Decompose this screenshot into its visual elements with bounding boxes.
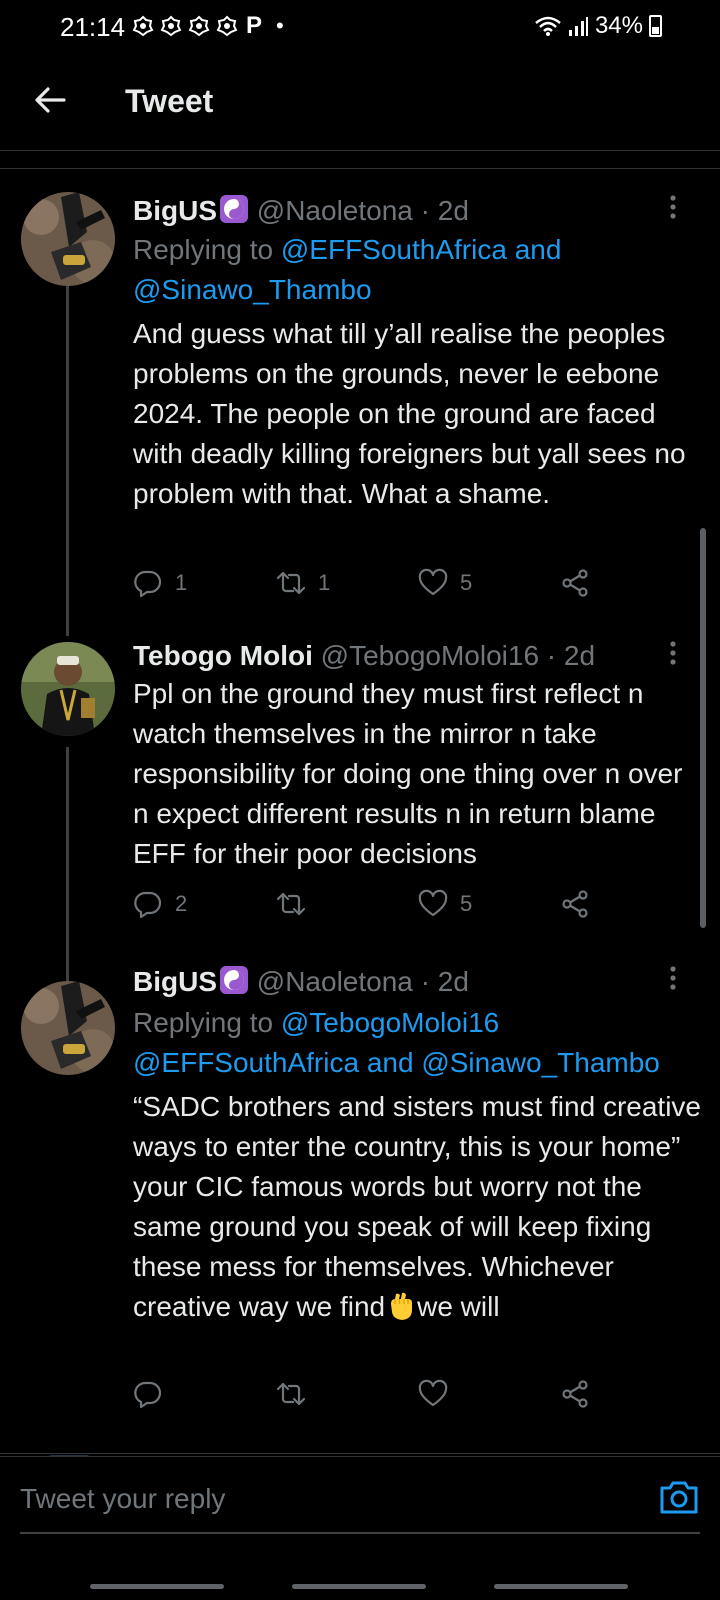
yin-yang-emoji-icon [220,966,248,994]
camera-icon[interactable] [658,1478,700,1516]
yin-yang-emoji-icon [220,195,248,223]
header-divider [0,150,720,151]
reply-button[interactable] [133,1379,175,1409]
notification-icon [216,15,238,37]
notification-icons: P • [132,12,284,40]
avatar[interactable] [21,981,115,1075]
notification-icon [160,15,182,37]
display-name[interactable]: Tebogo Moloi [133,640,313,671]
replying-to: Replying to @TebogoMoloi16 @EFFSouthAfri… [133,1007,660,1078]
retweet-count: 1 [318,570,331,595]
nav-home-button[interactable] [292,1584,426,1589]
handle-and-time: @Naoletona · 2d [256,966,469,997]
top-app-bar: Tweet [0,60,720,146]
share-icon [562,1380,588,1408]
tweet-text: Ppl on the ground they must first reflec… [133,678,683,869]
tweet-actions [133,1379,613,1415]
tweet-text: And guess what till y’all realise the pe… [133,318,686,509]
section-divider [0,168,720,169]
reply-button[interactable]: 2 [133,889,187,919]
reply-input[interactable] [20,1476,620,1522]
tweet[interactable]: BigUS @Naoletona · 2d Replying to @Tebog… [0,965,720,1445]
share-button[interactable] [561,568,591,598]
tweet-actions: 1 1 5 [133,568,613,604]
battery-icon [649,15,662,37]
tweet-header: BigUS @Naoletona · 2d [133,194,469,227]
nav-back-button[interactable] [494,1584,628,1589]
raised-fist-emoji-icon [391,1292,413,1320]
notification-icon [188,15,210,37]
scrollbar[interactable] [700,528,706,928]
handle-and-time: @Naoletona · 2d [256,195,469,226]
notification-icon [132,15,154,37]
more-options-icon[interactable] [668,194,678,220]
page-title: Tweet [125,83,214,119]
like-button[interactable]: 5 [418,568,472,598]
more-options-icon[interactable] [668,640,678,666]
retweet-icon [276,892,306,916]
tweet-header: Tebogo Moloi @TebogoMoloi16 · 2d [133,640,595,672]
retweet-button[interactable] [276,1379,318,1409]
signal-icon [568,17,588,36]
tweet[interactable]: Tebogo Moloi @TebogoMoloi16 · 2d Ppl on … [0,640,720,940]
tweet[interactable]: BigUS @Naoletona · 2d Replying to @EFFSo… [0,186,720,626]
back-arrow-icon[interactable] [32,82,68,118]
tweet-text: “SADC brothers and sisters must find cre… [133,1091,701,1322]
system-nav-bar [0,1566,720,1600]
replying-to: Replying to @EFFSouthAfrica and @Sinawo_… [133,234,562,305]
battery-percent: 34% [594,12,643,39]
heart-icon [418,889,448,917]
nav-recents-button[interactable] [90,1584,224,1589]
retweet-button[interactable]: 1 [276,568,330,598]
retweet-icon [276,1382,306,1406]
more-options-icon[interactable] [668,965,678,991]
tweet-divider [0,1453,720,1454]
like-count: 5 [460,891,473,916]
avatar-image [21,192,115,286]
tweet-actions: 2 5 [133,889,613,925]
reply-count: 2 [175,891,188,916]
composer-divider [0,1456,720,1457]
share-icon [562,890,588,918]
like-count: 5 [460,570,473,595]
like-button[interactable]: 5 [418,889,472,919]
notification-p-icon: P [246,12,263,39]
display-name[interactable]: BigUS [133,966,217,997]
heart-icon [418,1379,448,1407]
display-name[interactable]: BigUS [133,195,217,226]
reply-icon [134,891,162,919]
avatar-image [21,981,115,1075]
heart-icon [418,568,448,596]
share-button[interactable] [561,889,591,919]
like-button[interactable] [418,1379,460,1409]
composer-underline [20,1532,700,1534]
avatar-image [21,642,115,736]
reply-button[interactable]: 1 [133,568,187,598]
share-icon [562,569,588,597]
wifi-icon [535,16,561,36]
avatar[interactable] [21,642,115,736]
reply-icon [134,1381,162,1409]
avatar[interactable] [21,192,115,286]
share-button[interactable] [561,1379,591,1409]
retweet-button[interactable] [276,889,318,919]
handle-and-time: @TebogoMoloi16 · 2d [320,640,596,671]
reply-composer [0,1456,720,1566]
retweet-icon [276,571,306,595]
notification-more-dot: • [276,13,284,38]
reply-count: 1 [175,570,188,595]
tweet-header: BigUS @Naoletona · 2d [133,965,469,998]
status-time: 21:14 [60,12,126,42]
reply-icon [134,570,162,598]
status-bar: 21:14 P • 34% [0,0,720,52]
